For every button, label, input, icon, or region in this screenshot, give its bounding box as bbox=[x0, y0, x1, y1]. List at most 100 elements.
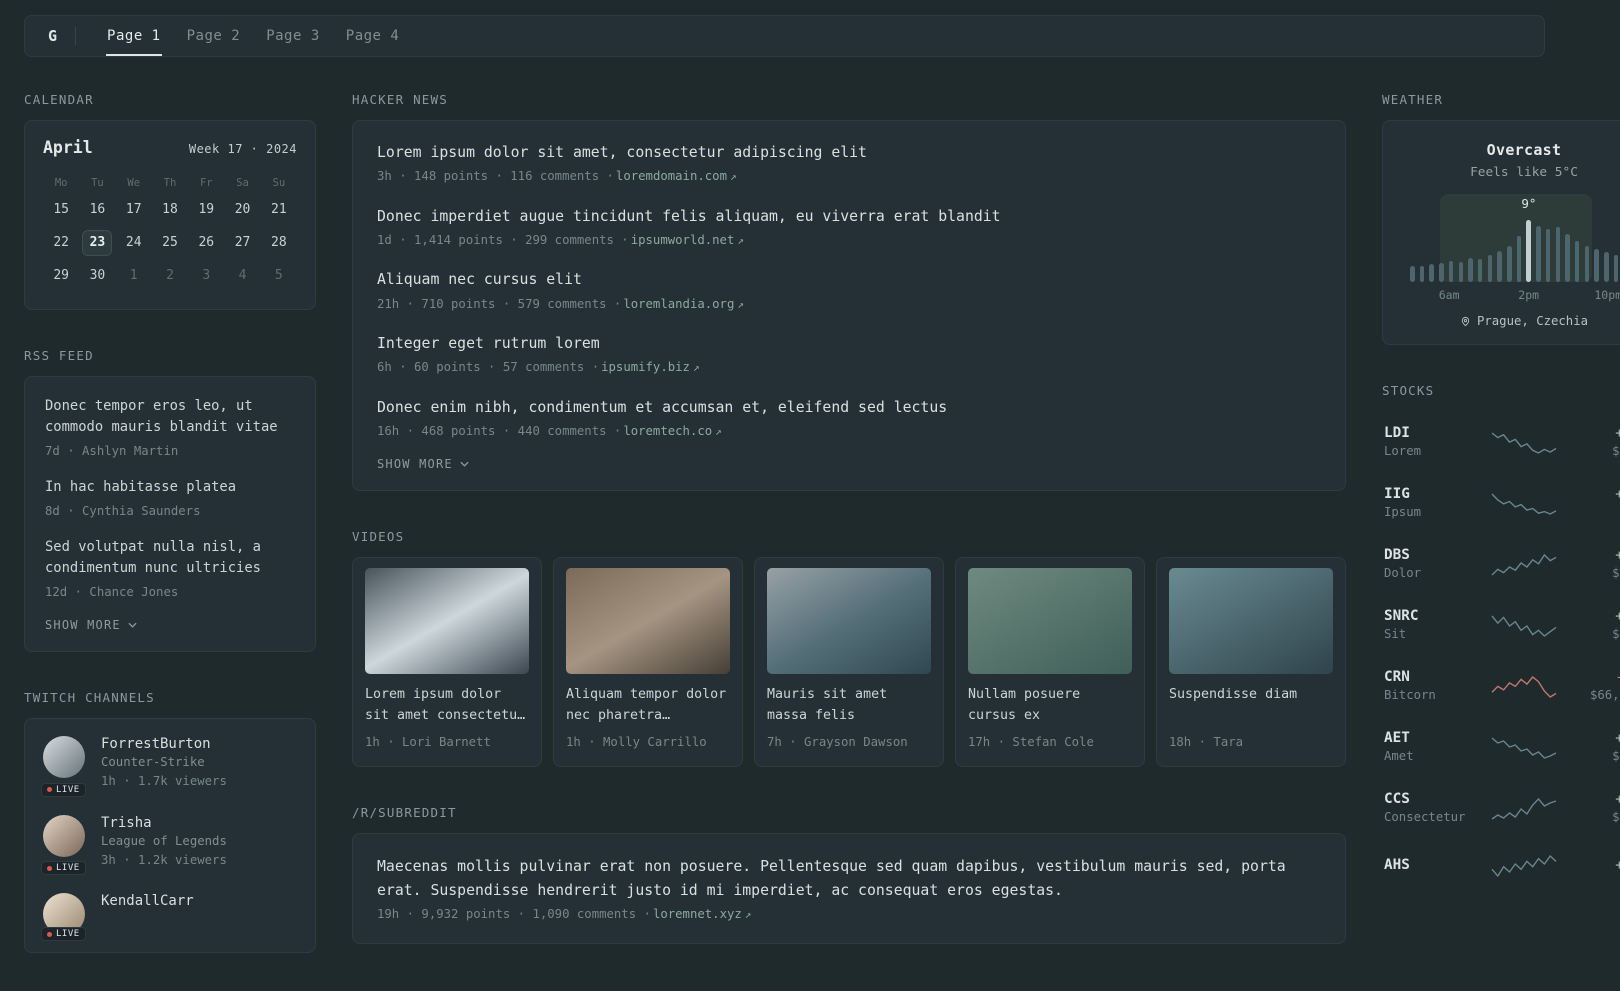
calendar-day-today: 23 bbox=[82, 230, 113, 256]
stock-row[interactable]: SNRC Sit +1.36% $148.64 bbox=[1382, 594, 1620, 655]
twitch-channel-row[interactable]: LIVE ForrestBurton Counter-Strike 1h · 1.7k… bbox=[41, 736, 297, 797]
hackernews-item: Donec imperdiet augue tincidunt felis al… bbox=[377, 206, 1321, 250]
stock-row[interactable]: IIG Ipsum +2.84% $42.04 bbox=[1382, 472, 1620, 533]
twitch-channel-name: Trisha bbox=[101, 814, 152, 831]
stock-values: +4.35% $795.18 bbox=[1557, 425, 1620, 458]
stock-change: +0.46% bbox=[1615, 857, 1620, 873]
stocks-list: LDI Lorem +4.35% $795.18 IIG Ipsum +2.84% $42.0… bbox=[1382, 411, 1620, 892]
subreddit-post-stats: 19h · 9,932 points · 1,090 comments · bbox=[377, 907, 651, 922]
rss-item-meta: 8d · Cynthia Saunders bbox=[45, 503, 201, 518]
twitch-channel-row[interactable]: LIVE KendallCarr bbox=[41, 893, 297, 942]
twitch-channel-meta: 3h · 1.2k viewers bbox=[101, 852, 227, 867]
video-title[interactable]: Mauris sit amet massa felis bbox=[767, 685, 931, 727]
rss-list: Donec tempor eros leo, ut commodo mauris… bbox=[45, 396, 295, 601]
subreddit-post-meta: 19h · 9,932 points · 1,090 comments · lor… bbox=[377, 905, 1321, 924]
hackernews-item-title[interactable]: Aliquam nec cursus elit bbox=[377, 269, 1321, 291]
external-link-icon: ↗ bbox=[692, 361, 700, 375]
stock-price: $42.04 bbox=[1557, 505, 1620, 519]
subreddit-widget: /R/SUBREDDIT Maecenas mollis pulvinar er… bbox=[352, 805, 1346, 944]
stock-info: CRN Bitcorn bbox=[1384, 669, 1491, 702]
tab-page-1[interactable]: Page 1 bbox=[94, 16, 174, 56]
hackernews-item-title[interactable]: Donec enim nibh, condimentum et accumsan… bbox=[377, 397, 1321, 419]
twitch-card: LIVE ForrestBurton Counter-Strike 1h · 1.7k… bbox=[24, 718, 316, 954]
stock-name: Dolor bbox=[1384, 566, 1422, 580]
weather-bar bbox=[1448, 261, 1454, 282]
weather-hour-label: 10pm bbox=[1594, 288, 1620, 302]
calendar-day: 17 bbox=[125, 202, 142, 217]
video-title[interactable]: Suspendisse diam bbox=[1169, 685, 1333, 727]
twitch-channel-info: Trisha League of Legends 3h · 1.2k viewers bbox=[101, 815, 227, 869]
hackernews-item: Lorem ipsum dolor sit amet, consectetur … bbox=[377, 142, 1321, 186]
stock-ticker: DBS bbox=[1384, 547, 1410, 563]
live-dot-icon bbox=[47, 931, 52, 937]
stock-ticker: LDI bbox=[1384, 425, 1410, 441]
stock-ticker: SNRC bbox=[1384, 608, 1419, 624]
hackernews-item-meta: 16h · 468 points · 440 comments · loremte… bbox=[377, 422, 1321, 441]
weather-bar bbox=[1429, 264, 1434, 282]
hackernews-item-title[interactable]: Integer eget rutrum lorem bbox=[377, 333, 1321, 355]
stock-row[interactable]: AHS +0.46% bbox=[1382, 838, 1620, 892]
video-card[interactable]: Mauris sit amet massa felis 7h · Grayson … bbox=[754, 557, 944, 767]
stock-change: +0.92% bbox=[1615, 730, 1620, 746]
hackernews-item-stats: 21h · 710 points · 579 comments · bbox=[377, 296, 622, 311]
twitch-avatar-wrap: LIVE bbox=[41, 893, 87, 942]
hackernews-item-domain[interactable]: loremdomain.com bbox=[616, 169, 727, 183]
rss-card: Donec tempor eros leo, ut commodo mauris… bbox=[24, 376, 316, 653]
subreddit-post-domain[interactable]: loremnet.xyz bbox=[653, 907, 742, 921]
rss-item[interactable]: In hac habitasse platea 8d · Cynthia Saun… bbox=[45, 477, 295, 520]
hackernews-show-more-button[interactable]: SHOW MORE bbox=[377, 457, 469, 471]
video-title[interactable]: Aliquam tempor dolor nec pharetra… bbox=[566, 685, 730, 727]
weekday-label: Th bbox=[163, 177, 177, 189]
tab-page-2[interactable]: Page 2 bbox=[174, 16, 254, 56]
stock-row[interactable]: DBS Dolor +1.42% $156.28 bbox=[1382, 533, 1620, 594]
hackernews-item-stats: 16h · 468 points · 440 comments · bbox=[377, 423, 622, 438]
hackernews-item-title[interactable]: Donec imperdiet augue tincidunt felis al… bbox=[377, 206, 1321, 228]
rss-show-more-button[interactable]: SHOW MORE bbox=[45, 618, 137, 632]
subreddit-post-title[interactable]: Maecenas mollis pulvinar erat non posuer… bbox=[377, 855, 1321, 902]
calendar-day-grid: 15 16 17 18 19 20 21 22 23 24 25 26 27 28 29 30 1 2 3 4 5 bbox=[43, 197, 297, 289]
twitch-avatar-wrap: LIVE bbox=[41, 736, 87, 797]
hackernews-item-domain[interactable]: ipsumify.biz bbox=[601, 360, 690, 374]
calendar-day: 1 bbox=[129, 268, 138, 283]
video-card[interactable]: Nullam posuere cursus ex 17h · Stefan Col… bbox=[955, 557, 1145, 767]
stock-row[interactable]: AET Amet +0.92% $499.72 bbox=[1382, 716, 1620, 777]
stock-values: +1.36% $148.64 bbox=[1557, 608, 1620, 641]
twitch-channel-row[interactable]: LIVE Trisha League of Legends 3h · 1.2k vie… bbox=[41, 814, 297, 876]
hackernews-item-title[interactable]: Lorem ipsum dolor sit amet, consectetur … bbox=[377, 142, 1321, 164]
hackernews-item-domain[interactable]: loremtech.co bbox=[623, 424, 712, 438]
stock-row[interactable]: CCS Consectetur +0.51% $165.84 bbox=[1382, 777, 1620, 838]
stock-name: Bitcorn bbox=[1384, 688, 1436, 702]
hackernews-item: Donec enim nibh, condimentum et accumsan… bbox=[377, 397, 1321, 441]
stock-change: +1.42% bbox=[1615, 547, 1620, 563]
tab-page-4[interactable]: Page 4 bbox=[333, 16, 413, 56]
live-badge-label: LIVE bbox=[56, 929, 80, 940]
stock-change: -1.00% bbox=[1557, 669, 1620, 685]
middle-column: HACKER NEWS Lorem ipsum dolor sit amet, … bbox=[352, 92, 1346, 982]
twitch-channel-name: KendallCarr bbox=[101, 893, 194, 910]
stock-change: +4.35% bbox=[1615, 425, 1620, 441]
tab-page-3[interactable]: Page 3 bbox=[253, 16, 333, 56]
video-title[interactable]: Lorem ipsum dolor sit amet consectetu… bbox=[365, 685, 529, 727]
video-title[interactable]: Nullam posuere cursus ex bbox=[968, 685, 1132, 727]
app-logo[interactable]: G bbox=[48, 27, 57, 45]
twitch-channel-info: ForrestBurton Counter-Strike 1h · 1.7k vie… bbox=[101, 736, 227, 790]
rss-item[interactable]: Sed volutpat nulla nisl, a condimentum n… bbox=[45, 537, 295, 601]
stock-price: $156.28 bbox=[1612, 566, 1620, 580]
stock-row[interactable]: CRN Bitcorn -1.00% $66,171.48 bbox=[1382, 655, 1620, 716]
calendar-day: 2 bbox=[166, 268, 174, 283]
video-card[interactable]: Aliquam tempor dolor nec pharetra… 1h · M… bbox=[553, 557, 743, 767]
rss-item[interactable]: Donec tempor eros leo, ut commodo mauris… bbox=[45, 396, 295, 460]
video-card[interactable]: Lorem ipsum dolor sit amet consectetu… 1h… bbox=[352, 557, 542, 767]
live-dot-icon bbox=[47, 787, 52, 793]
hackernews-item-domain[interactable]: ipsumworld.net bbox=[631, 233, 735, 247]
stock-name: Lorem bbox=[1384, 444, 1422, 458]
external-link-icon: ↗ bbox=[737, 233, 744, 247]
stock-row[interactable]: LDI Lorem +4.35% $795.18 bbox=[1382, 411, 1620, 472]
hackernews-item-domain[interactable]: loremlandia.org bbox=[623, 297, 734, 311]
stock-sparkline bbox=[1491, 615, 1557, 637]
calendar-weekday-row: Mo Tu We Th Fr Sa Su bbox=[43, 171, 297, 197]
weather-bar bbox=[1410, 266, 1415, 282]
live-badge: LIVE bbox=[41, 782, 86, 797]
video-card[interactable]: Suspendisse diam 18h · Tara bbox=[1156, 557, 1346, 767]
live-dot-icon bbox=[47, 865, 52, 871]
